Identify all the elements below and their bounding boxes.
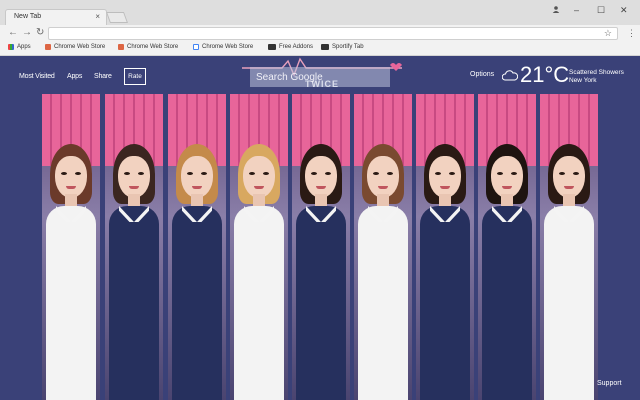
wallpaper-strip [292, 94, 350, 400]
bookmark-sportify-tab[interactable]: Sportify Tab [321, 44, 364, 50]
wallpaper-strip [540, 94, 598, 400]
minimize-icon[interactable]: – [574, 5, 579, 15]
apps-icon [8, 44, 14, 50]
search-box[interactable] [250, 67, 390, 88]
wallpaper-strip [42, 94, 100, 400]
bookmarks-bar: Apps Chrome Web Store Chrome Web Store C… [0, 42, 640, 56]
chrome-store-icon [45, 44, 51, 50]
addons-icon [268, 44, 276, 50]
new-tab-page: Most Visited Apps Share Rate TWICE Optio… [0, 57, 640, 400]
new-tab-button[interactable] [105, 12, 129, 23]
back-arrow-icon[interactable]: ← [8, 27, 18, 38]
address-bar[interactable]: ☆ [48, 27, 618, 40]
wallpaper-strip [230, 94, 288, 400]
reload-icon[interactable]: ↻ [36, 27, 44, 38]
close-window-icon[interactable]: ✕ [620, 5, 628, 16]
chrome-menu-icon[interactable]: ⋮ [627, 28, 636, 39]
cloud-icon [502, 70, 518, 81]
wallpaper-strip [416, 94, 474, 400]
bookmark-chrome-web-store-3[interactable]: Chrome Web Store [193, 44, 253, 50]
browser-toolbar: ← → ↻ ☆ [0, 25, 640, 42]
search-input[interactable] [250, 67, 390, 88]
maximize-icon[interactable]: ☐ [597, 5, 605, 16]
share-link[interactable]: Share [94, 73, 112, 80]
bookmark-free-addons[interactable]: Free Addons [268, 44, 313, 50]
apps-link[interactable]: Apps [67, 73, 82, 80]
weather-temperature: 21°C [520, 62, 570, 87]
browser-titlebar: New Tab × – ☐ ✕ [0, 0, 640, 25]
wallpaper-strip [105, 94, 163, 400]
weather-details: Scattered Showers New York [569, 69, 624, 85]
account-icon[interactable] [552, 5, 560, 13]
tab-title: New Tab [14, 13, 42, 20]
rate-button[interactable]: Rate [124, 68, 146, 85]
options-link[interactable]: Options [470, 71, 494, 78]
support-link[interactable]: Support [597, 380, 622, 387]
weather-condition: Scattered Showers [569, 69, 624, 76]
addons-icon [321, 44, 329, 50]
forward-arrow-icon[interactable]: → [22, 27, 32, 38]
wallpaper-frame [4, 57, 636, 400]
google-icon [193, 44, 199, 50]
tab-close-icon[interactable]: × [95, 12, 100, 21]
bookmark-chrome-web-store-1[interactable]: Chrome Web Store [45, 44, 105, 50]
chrome-store-icon [118, 44, 124, 50]
bookmark-chrome-web-store-2[interactable]: Chrome Web Store [118, 44, 178, 50]
tab-new-tab[interactable]: New Tab × [5, 9, 107, 25]
weather-location: New York [569, 77, 597, 84]
most-visited-link[interactable]: Most Visited [19, 73, 55, 80]
wallpaper-strip [168, 94, 226, 400]
bookmark-star-icon[interactable]: ☆ [604, 28, 612, 39]
bookmark-apps[interactable]: Apps [8, 44, 31, 50]
wallpaper-strip [354, 94, 412, 400]
wallpaper-strip [478, 94, 536, 400]
